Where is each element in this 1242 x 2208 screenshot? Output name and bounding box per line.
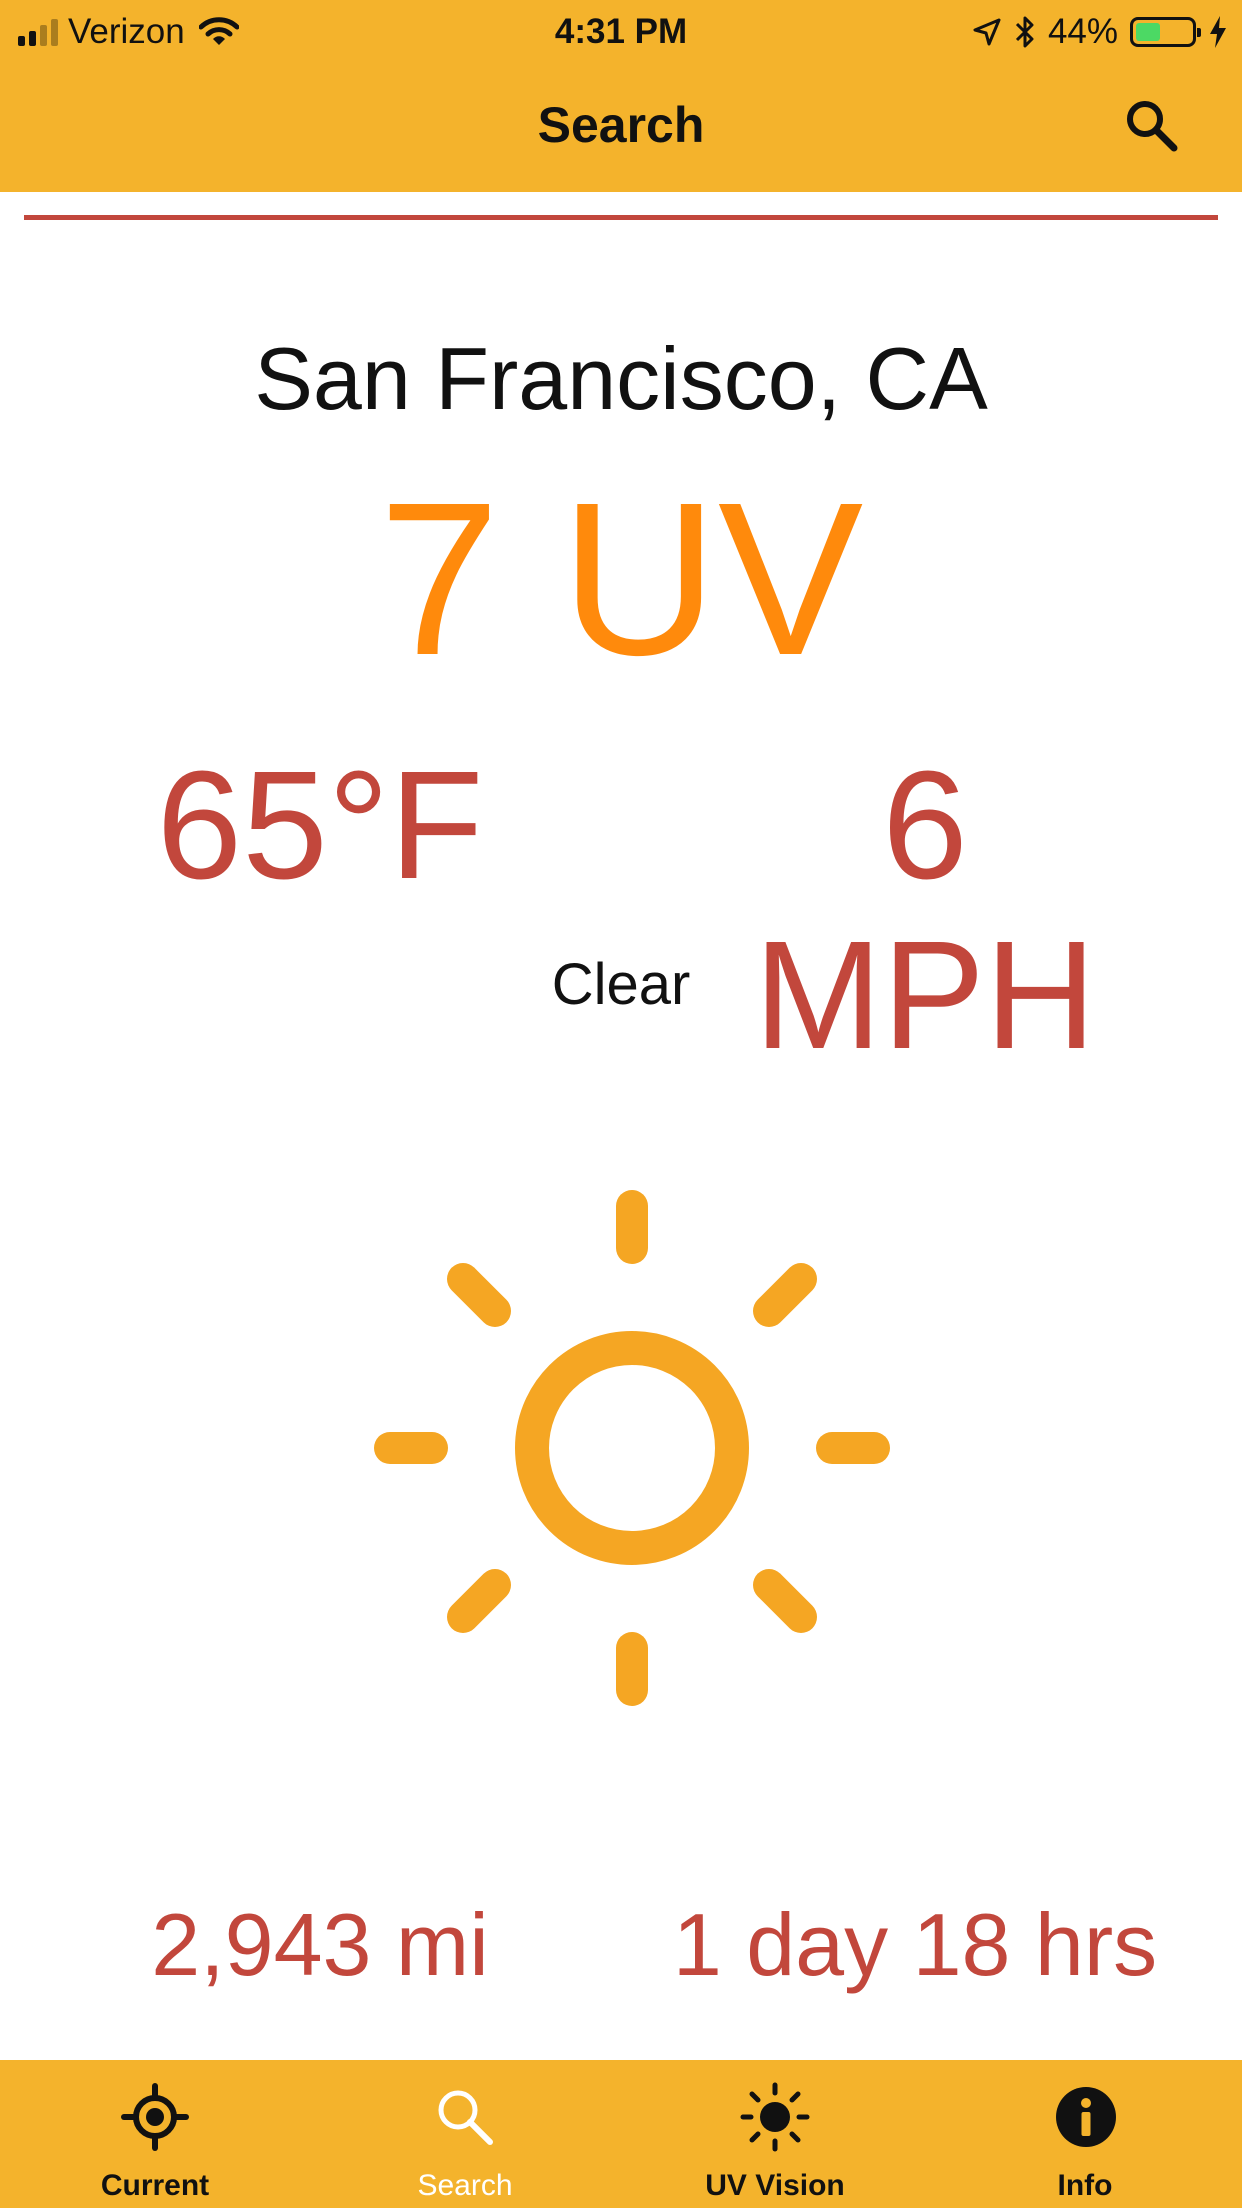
- battery-icon: [1130, 17, 1201, 47]
- duration-value: 1 day 18 hrs: [672, 1895, 1158, 1994]
- sun-icon: [740, 2082, 810, 2152]
- search-icon[interactable]: [1122, 96, 1182, 156]
- tab-info[interactable]: Info: [930, 2060, 1242, 2208]
- tab-search-label: Search: [417, 2169, 513, 2202]
- navigation-bar: Verizon 4:31 PM 44% Search: [0, 0, 1242, 192]
- status-bar: Verizon 4:31 PM 44%: [0, 0, 1242, 64]
- tab-info-label: Info: [1057, 2169, 1113, 2202]
- location-target-icon: [121, 2083, 189, 2151]
- info-icon: [1056, 2087, 1116, 2147]
- search-icon: [438, 2090, 493, 2145]
- distance-value: 2,943 mi: [151, 1895, 489, 1994]
- page-title: Search: [537, 97, 705, 153]
- weather-condition: Clear: [551, 952, 691, 1017]
- tab-uv-vision-label: UV Vision: [705, 2169, 845, 2202]
- tab-search[interactable]: Search: [310, 2060, 620, 2208]
- tab-uv-vision[interactable]: UV Vision: [620, 2060, 930, 2208]
- tab-bar: Current Search UV Vision Info: [0, 2060, 1242, 2208]
- tab-current[interactable]: Current: [0, 2060, 310, 2208]
- battery-percent: 44%: [1047, 12, 1118, 51]
- location-arrow-icon: [973, 18, 1001, 46]
- charging-bolt-icon: [1210, 16, 1226, 48]
- uv-index: 7 UV: [378, 458, 864, 701]
- bluetooth-icon: [1015, 16, 1034, 48]
- temperature: 65°F: [156, 739, 484, 911]
- battery-level-fill: [1136, 23, 1160, 41]
- tab-current-label: Current: [100, 2169, 210, 2202]
- divider-line: [24, 215, 1218, 220]
- weather-screen: Verizon 4:31 PM 44% Search San Francisco…: [0, 0, 1242, 2208]
- wind-speed: 6 MPH: [753, 739, 1097, 1081]
- status-right: 44%: [972, 10, 1228, 54]
- sun-icon: [374, 1190, 890, 1706]
- city-name: San Francisco, CA: [254, 329, 988, 428]
